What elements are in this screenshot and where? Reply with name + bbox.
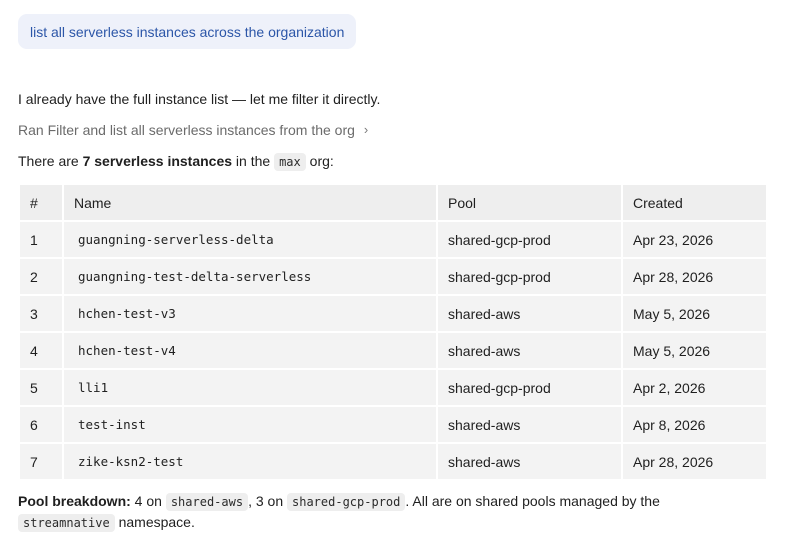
tool-call-label: Ran Filter and list all serverless insta… <box>18 122 355 138</box>
row-number: 7 <box>20 444 62 479</box>
instance-pool: shared-aws <box>438 407 621 442</box>
instance-created: Apr 23, 2026 <box>623 222 766 257</box>
row-number: 5 <box>20 370 62 405</box>
column-header-number: # <box>20 185 62 220</box>
breakdown-text: 4 on <box>130 493 166 509</box>
table-row: 2 guangning-test-delta-serverless shared… <box>20 259 766 294</box>
instance-pool: shared-gcp-prod <box>438 259 621 294</box>
summary-suffix: org: <box>305 153 334 169</box>
instance-name: guangning-test-delta-serverless <box>64 259 436 294</box>
pool-code-aws: shared-aws <box>165 493 249 511</box>
tool-call-summary[interactable]: Ran Filter and list all serverless insta… <box>18 120 368 140</box>
pool-code-gcp: shared-gcp-prod <box>287 493 406 511</box>
breakdown-text: . All are on shared pools managed by the <box>405 493 660 509</box>
instance-pool: shared-aws <box>438 333 621 368</box>
row-number: 4 <box>20 333 62 368</box>
column-header-pool: Pool <box>438 185 621 220</box>
instance-created: Apr 8, 2026 <box>623 407 766 442</box>
breakdown-text: , 3 on <box>248 493 287 509</box>
summary-prefix: There are <box>18 153 83 169</box>
pool-breakdown: Pool breakdown: 4 on shared-aws, 3 on sh… <box>18 491 758 533</box>
column-header-name: Name <box>64 185 436 220</box>
row-number: 3 <box>20 296 62 331</box>
summary-middle: in the <box>232 153 275 169</box>
instance-created: May 5, 2026 <box>623 333 766 368</box>
instance-name: lli1 <box>64 370 436 405</box>
instance-created: May 5, 2026 <box>623 296 766 331</box>
table-row: 4 hchen-test-v4 shared-aws May 5, 2026 <box>20 333 766 368</box>
org-name-code: max <box>274 153 306 171</box>
instance-pool: shared-gcp-prod <box>438 370 621 405</box>
namespace-code: streamnative <box>18 514 115 532</box>
table-row: 7 zike-ksn2-test shared-aws Apr 28, 2026 <box>20 444 766 479</box>
assistant-intro: I already have the full instance list — … <box>18 91 381 107</box>
user-message-bubble: list all serverless instances across the… <box>18 14 357 49</box>
instance-name: hchen-test-v3 <box>64 296 436 331</box>
instance-name: zike-ksn2-test <box>64 444 436 479</box>
table-row: 5 lli1 shared-gcp-prod Apr 2, 2026 <box>20 370 766 405</box>
instance-count-summary: There are 7 serverless instances in the … <box>18 151 334 172</box>
instances-table: # Name Pool Created 1 guangning-serverle… <box>18 183 768 481</box>
instance-created: Apr 28, 2026 <box>623 444 766 479</box>
instance-pool: shared-aws <box>438 296 621 331</box>
table-row: 6 test-inst shared-aws Apr 8, 2026 <box>20 407 766 442</box>
instance-pool: shared-gcp-prod <box>438 222 621 257</box>
table-row: 1 guangning-serverless-delta shared-gcp-… <box>20 222 766 257</box>
breakdown-label: Pool breakdown: <box>18 493 131 509</box>
instance-name: test-inst <box>64 407 436 442</box>
row-number: 2 <box>20 259 62 294</box>
user-message-text: list all serverless instances across the… <box>30 23 345 40</box>
row-number: 6 <box>20 407 62 442</box>
instance-created: Apr 28, 2026 <box>623 259 766 294</box>
table-header-row: # Name Pool Created <box>20 185 766 220</box>
instance-pool: shared-aws <box>438 444 621 479</box>
table-row: 3 hchen-test-v3 shared-aws May 5, 2026 <box>20 296 766 331</box>
instance-name: hchen-test-v4 <box>64 333 436 368</box>
instance-created: Apr 2, 2026 <box>623 370 766 405</box>
row-number: 1 <box>20 222 62 257</box>
chevron-right-icon: › <box>363 122 369 137</box>
instance-name: guangning-serverless-delta <box>64 222 436 257</box>
breakdown-text: namespace. <box>114 514 195 530</box>
column-header-created: Created <box>623 185 766 220</box>
instance-count: 7 serverless instances <box>82 153 233 169</box>
